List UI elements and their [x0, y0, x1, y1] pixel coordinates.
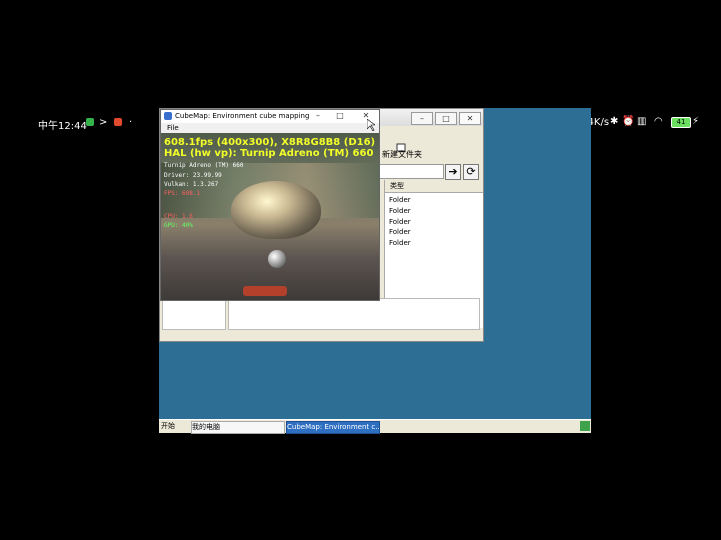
- hud-stat: Driver: 23.99.99: [164, 172, 222, 179]
- menu-file[interactable]: File: [167, 124, 179, 132]
- dot-icon: ·: [129, 117, 133, 128]
- render-viewport[interactable]: 608.1fps (400x300), X8R8G8B8 (D16) HAL (…: [161, 133, 379, 300]
- list-item[interactable]: Folder: [389, 207, 411, 215]
- maximize-button[interactable]: □: [435, 112, 457, 125]
- column-header-type[interactable]: 类型: [385, 180, 483, 193]
- hud-stat: Turnip Adreno (TM) 660: [164, 162, 244, 169]
- hud-device-line: HAL (hw vp): Turnip Adreno (TM) 660: [164, 148, 374, 159]
- airplane-model: [243, 286, 287, 296]
- wifi-icon: ◠: [654, 116, 663, 127]
- minimize-button[interactable]: –: [411, 112, 433, 125]
- right-pane: [228, 298, 480, 330]
- wechat-icon: [86, 118, 94, 126]
- refresh-icon[interactable]: ⟳: [463, 164, 479, 180]
- app-notification-icon: [114, 118, 122, 126]
- hud-fps-line: 608.1fps (400x300), X8R8G8B8 (D16): [164, 137, 376, 148]
- hud-stat: GPU: 40%: [164, 222, 193, 229]
- sphere-model: [268, 250, 286, 268]
- tray-icon[interactable]: [580, 421, 590, 431]
- list-item[interactable]: Folder: [389, 228, 411, 236]
- taskbar: 开始 我的电脑 CubeMap: Environment c...: [159, 419, 591, 434]
- teapot-model: [231, 181, 321, 239]
- menu-bar: File: [161, 123, 379, 133]
- mouse-cursor-icon: [366, 116, 376, 135]
- close-button[interactable]: ✕: [459, 112, 481, 125]
- desktop: – □ ✕ 新建文件夹 ➔ ⟳ 类型 Folder Folder Folder …: [159, 108, 591, 434]
- hud-stat: FPS: 608.1: [164, 190, 201, 197]
- maximize-button[interactable]: □: [331, 111, 349, 121]
- taskbar-item-my-computer[interactable]: 我的电脑: [191, 421, 285, 434]
- list-item[interactable]: Folder: [389, 218, 411, 226]
- signal-icon: ▥: [637, 116, 647, 127]
- minimize-button[interactable]: –: [309, 111, 327, 121]
- cubemap-window[interactable]: CubeMap: Environment cube mapping – □ ✕ …: [160, 109, 380, 301]
- new-folder-icon[interactable]: [396, 137, 406, 152]
- charging-icon: ⚡: [692, 116, 700, 127]
- cast-icon: >: [99, 117, 108, 128]
- app-icon: [164, 112, 172, 120]
- go-button[interactable]: ➔: [445, 164, 461, 180]
- list-item[interactable]: Folder: [389, 239, 411, 247]
- list-item[interactable]: Folder: [389, 196, 411, 204]
- cubemap-titlebar[interactable]: CubeMap: Environment cube mapping – □ ✕: [161, 110, 379, 123]
- left-pane: [162, 298, 226, 330]
- taskbar-item-cubemap[interactable]: CubeMap: Environment c...: [286, 421, 380, 434]
- window-title: CubeMap: Environment cube mapping: [175, 112, 310, 120]
- hud-stat: CPU: 1.6: [164, 213, 193, 220]
- new-folder-label[interactable]: 新建文件夹: [382, 149, 422, 160]
- hud-stat: Vulkan: 1.3.267: [164, 181, 219, 188]
- bluetooth-icon: ✱: [610, 116, 619, 127]
- alarm-icon: ⏰: [622, 116, 635, 127]
- start-button[interactable]: 开始: [161, 421, 189, 432]
- battery-indicator: 41: [671, 117, 691, 128]
- status-time: 中午12:44: [38, 121, 87, 132]
